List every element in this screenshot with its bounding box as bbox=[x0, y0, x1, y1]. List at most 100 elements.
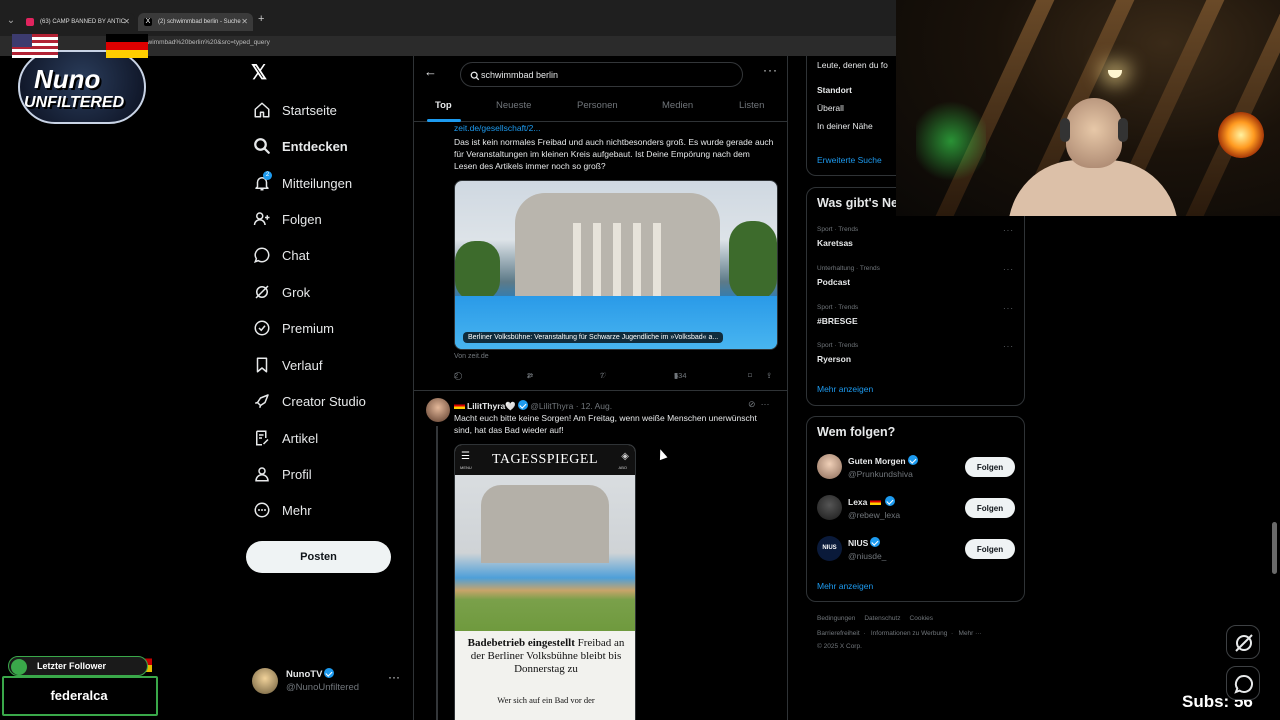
suggestion-name-line[interactable]: NIUS bbox=[848, 537, 881, 548]
more-dots-icon[interactable]: ··· bbox=[1003, 265, 1014, 274]
nav-item-profil[interactable]: Profil bbox=[253, 462, 312, 486]
nav-item-chat[interactable]: Chat bbox=[253, 243, 309, 267]
suggestion-name-line[interactable]: Guten Morgen bbox=[848, 455, 918, 466]
tab-listen[interactable]: Listen bbox=[739, 100, 764, 111]
nav-label: Grok bbox=[282, 284, 311, 300]
back-arrow-icon[interactable]: ← bbox=[424, 64, 437, 79]
browser-tab-x-search[interactable]: X (2) schwimmbad berlin - Suche ✕ bbox=[138, 13, 253, 31]
grok-icon[interactable]: ⊘ bbox=[748, 399, 756, 409]
tweet-image-newspaper[interactable]: ☰ MENU TAGESSPIEGEL ◈ ABO Badebetrieb ei… bbox=[454, 444, 636, 720]
nav-item-startseite[interactable]: Startseite bbox=[253, 98, 337, 122]
location-anywhere-option[interactable]: Überall bbox=[817, 103, 844, 113]
tab-top[interactable]: Top bbox=[435, 100, 452, 111]
avatar[interactable] bbox=[426, 398, 450, 422]
more-dots-icon[interactable]: ··· bbox=[1003, 226, 1014, 235]
tab-list-chevron-icon[interactable]: ⌄ bbox=[4, 14, 18, 28]
more-dots-icon[interactable]: ··· bbox=[1003, 342, 1014, 351]
advanced-search-link[interactable]: Erweiterte Suche bbox=[817, 155, 882, 165]
close-tab-icon[interactable]: ✕ bbox=[123, 13, 130, 31]
share-icon[interactable]: ⇪ bbox=[766, 371, 772, 380]
follow-button[interactable]: Folgen bbox=[965, 539, 1015, 559]
location-near-option[interactable]: In deiner Nähe bbox=[817, 121, 873, 131]
avatar[interactable] bbox=[817, 495, 842, 520]
more-dots-icon[interactable]: ··· bbox=[763, 63, 778, 77]
tweet-text: Macht euch bitte keine Sorgen! Am Freita… bbox=[454, 413, 757, 435]
footer-link-cookies[interactable]: Cookies bbox=[910, 615, 933, 622]
newspaper-subline: Wer sich auf ein Bad vor der bbox=[497, 695, 595, 705]
follow-button[interactable]: Folgen bbox=[965, 498, 1015, 518]
post-button[interactable]: Posten bbox=[246, 541, 391, 573]
card-source[interactable]: Von zeit.de bbox=[454, 353, 489, 360]
link-card-image[interactable]: Berliner Volksbühne: Veranstaltung für S… bbox=[454, 180, 778, 350]
search-input[interactable] bbox=[481, 66, 731, 84]
show-more-follow-link[interactable]: Mehr anzeigen bbox=[817, 581, 873, 591]
footer-link-more[interactable]: Mehr ··· bbox=[959, 630, 982, 637]
nav-item-verlauf[interactable]: Verlauf bbox=[253, 353, 322, 377]
trend-name[interactable]: Podcast bbox=[817, 277, 850, 287]
nav-item-entdecken[interactable]: Entdecken bbox=[253, 134, 348, 158]
suggestion-name: NIUS bbox=[848, 538, 869, 548]
more-dots-icon[interactable]: ··· bbox=[761, 399, 770, 409]
last-follower-widget: Letzter Follower federalca bbox=[2, 652, 160, 716]
new-tab-icon[interactable]: + bbox=[258, 13, 264, 25]
tweet-link[interactable]: zeit.de/gesellschaft/2... bbox=[454, 123, 540, 133]
last-follower-nameplate: federalca bbox=[2, 676, 158, 716]
nav-label: Mehr bbox=[282, 502, 312, 518]
column bbox=[573, 223, 581, 301]
avatar bbox=[252, 668, 278, 694]
footer-link-terms[interactable]: Bedingungen bbox=[817, 615, 855, 622]
tab-neueste[interactable]: Neueste bbox=[496, 100, 531, 111]
nav-item-mehr[interactable]: Mehr bbox=[253, 498, 312, 522]
trend-name[interactable]: #BRESGE bbox=[817, 316, 858, 326]
nav-item-artikel[interactable]: Artikel bbox=[253, 426, 318, 450]
last-follower-name: federalca bbox=[50, 688, 108, 703]
search-box[interactable] bbox=[460, 62, 743, 87]
x-logo-icon[interactable]: 𝕏 bbox=[251, 62, 273, 84]
more-dots-icon[interactable]: ··· bbox=[1003, 304, 1014, 313]
grok-icon bbox=[1235, 634, 1253, 652]
follow-button[interactable]: Folgen bbox=[965, 457, 1015, 477]
author-name[interactable]: LilitThyra bbox=[467, 401, 505, 411]
account-name: NunoTV bbox=[286, 669, 323, 680]
tab-personen[interactable]: Personen bbox=[577, 100, 618, 111]
footer-link-accessibility[interactable]: Barrierefreiheit bbox=[817, 630, 860, 637]
footer-link-privacy[interactable]: Datenschutz bbox=[864, 615, 900, 622]
divider bbox=[414, 390, 787, 391]
bookmark-icon[interactable]: ⌑ bbox=[748, 371, 752, 380]
chat-bubble-icon bbox=[253, 246, 271, 264]
reply-count: 2 bbox=[454, 371, 459, 380]
more-dots-icon[interactable]: ··· bbox=[388, 670, 400, 684]
account-switcher[interactable]: NunoTV @NunoUnfiltered ··· bbox=[252, 666, 402, 696]
footer-copyright: © 2025 X Corp. bbox=[817, 643, 862, 650]
author-handle[interactable]: @LilitThyra bbox=[530, 401, 573, 411]
who-to-follow-heading: Wem folgen? bbox=[817, 425, 896, 439]
nav-item-folgen[interactable]: Folgen bbox=[253, 207, 322, 231]
nav-item-mitteilungen[interactable]: 2 Mitteilungen bbox=[253, 171, 352, 195]
tweet-date[interactable]: · 12. Aug. bbox=[576, 401, 612, 411]
stream-logo: Nuno UNFILTERED bbox=[12, 30, 152, 126]
avatar[interactable] bbox=[817, 454, 842, 479]
browser-tab-youtube[interactable]: (63) CAMP BANNED BY ANTIC ✕ bbox=[20, 13, 135, 31]
tab-medien[interactable]: Medien bbox=[662, 100, 693, 111]
footer-link-ads-info[interactable]: Informationen zu Werbung bbox=[871, 630, 947, 637]
active-tab-indicator bbox=[427, 119, 461, 122]
suggestion-name-line[interactable]: Lexa bbox=[848, 496, 895, 507]
trend-name[interactable]: Karetsas bbox=[817, 238, 853, 248]
nius-avatar[interactable]: NIUS bbox=[817, 536, 842, 561]
verified-icon bbox=[324, 668, 335, 678]
webcam-overlay bbox=[896, 0, 1280, 216]
streamer-body bbox=[1008, 160, 1178, 216]
scrollbar[interactable] bbox=[1272, 522, 1277, 574]
location-heading: Standort bbox=[817, 85, 852, 95]
rocket-icon bbox=[253, 392, 271, 410]
youtube-favicon-icon bbox=[26, 18, 34, 26]
close-tab-icon[interactable]: ✕ bbox=[241, 13, 248, 31]
nav-item-premium[interactable]: Premium bbox=[253, 316, 334, 340]
nav-item-grok[interactable]: Grok bbox=[253, 280, 310, 304]
grok-fab[interactable] bbox=[1226, 625, 1260, 659]
nav-item-creator-studio[interactable]: Creator Studio bbox=[253, 389, 366, 413]
show-more-trends-link[interactable]: Mehr anzeigen bbox=[817, 384, 873, 394]
trend-name[interactable]: Ryerson bbox=[817, 354, 851, 364]
messages-fab[interactable] bbox=[1226, 666, 1260, 700]
nav-label: Verlauf bbox=[282, 357, 323, 373]
